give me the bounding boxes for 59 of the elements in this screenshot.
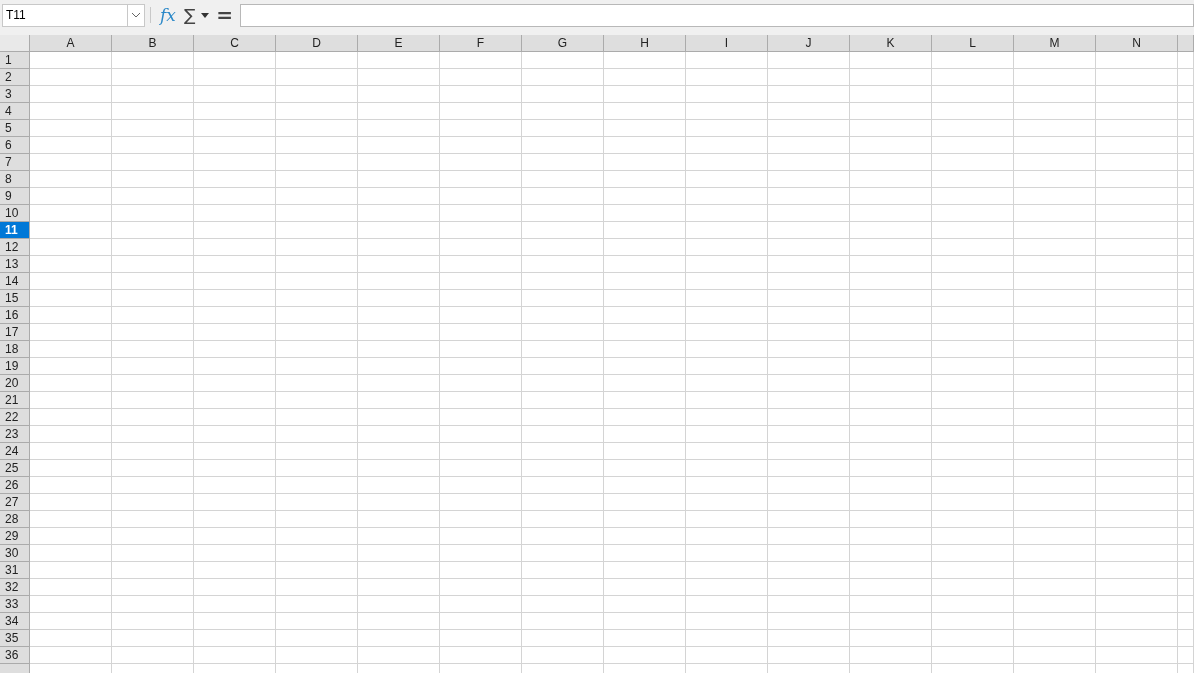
row-header[interactable]: 19 bbox=[0, 358, 30, 375]
select-all-corner[interactable] bbox=[0, 35, 30, 52]
row-header[interactable]: 33 bbox=[0, 596, 30, 613]
row-header[interactable]: 17 bbox=[0, 324, 30, 341]
row-header[interactable]: 25 bbox=[0, 460, 30, 477]
row-header[interactable]: 7 bbox=[0, 154, 30, 171]
row-header[interactable]: 32 bbox=[0, 579, 30, 596]
name-box[interactable]: T11 bbox=[2, 3, 145, 27]
row-header[interactable]: 22 bbox=[0, 409, 30, 426]
column-header[interactable]: L bbox=[932, 35, 1014, 52]
row-header[interactable]: 18 bbox=[0, 341, 30, 358]
sum-button[interactable]: ∑ bbox=[182, 5, 197, 25]
row-header[interactable]: 6 bbox=[0, 137, 30, 154]
row-header[interactable]: 14 bbox=[0, 273, 30, 290]
column-header[interactable]: B bbox=[112, 35, 194, 52]
column-header[interactable]: K bbox=[850, 35, 932, 52]
caret-down-icon bbox=[201, 12, 210, 18]
row-header[interactable]: 27 bbox=[0, 494, 30, 511]
row-header[interactable]: 5 bbox=[0, 120, 30, 137]
column-header[interactable]: M bbox=[1014, 35, 1096, 52]
row-header[interactable]: 36 bbox=[0, 647, 30, 664]
row-header[interactable]: 20 bbox=[0, 375, 30, 392]
column-header[interactable]: I bbox=[686, 35, 768, 52]
row-header[interactable]: 13 bbox=[0, 256, 30, 273]
row-header[interactable]: 8 bbox=[0, 171, 30, 188]
column-header[interactable]: G bbox=[522, 35, 604, 52]
row-header[interactable]: 24 bbox=[0, 443, 30, 460]
formula-button[interactable]: = bbox=[215, 3, 235, 27]
row-header[interactable]: 35 bbox=[0, 630, 30, 647]
row-header[interactable]: 31 bbox=[0, 562, 30, 579]
column-header[interactable]: D bbox=[276, 35, 358, 52]
chevron-down-icon bbox=[131, 12, 141, 18]
column-header[interactable]: F bbox=[440, 35, 522, 52]
column-header[interactable]: E bbox=[358, 35, 440, 52]
row-header[interactable]: 30 bbox=[0, 545, 30, 562]
row-header[interactable]: 10 bbox=[0, 205, 30, 222]
column-header[interactable]: C bbox=[194, 35, 276, 52]
formula-input[interactable] bbox=[240, 3, 1194, 27]
row-header[interactable]: 34 bbox=[0, 613, 30, 630]
row-header[interactable]: 28 bbox=[0, 511, 30, 528]
row-header[interactable]: 11 bbox=[0, 222, 30, 239]
row-header[interactable]: 23 bbox=[0, 426, 30, 443]
cell-reference: T11 bbox=[5, 8, 27, 22]
row-header[interactable]: 29 bbox=[0, 528, 30, 545]
column-header[interactable] bbox=[1178, 35, 1194, 52]
row-header[interactable]: 26 bbox=[0, 477, 30, 494]
row-header[interactable]: 4 bbox=[0, 103, 30, 120]
column-header[interactable]: J bbox=[768, 35, 850, 52]
column-header[interactable]: N bbox=[1096, 35, 1178, 52]
row-header[interactable]: 21 bbox=[0, 392, 30, 409]
row-header[interactable]: 16 bbox=[0, 307, 30, 324]
column-header[interactable]: H bbox=[604, 35, 686, 52]
row-header[interactable]: 9 bbox=[0, 188, 30, 205]
row-header[interactable]: 15 bbox=[0, 290, 30, 307]
row-header[interactable]: 2 bbox=[0, 69, 30, 86]
row-header[interactable]: 12 bbox=[0, 239, 30, 256]
row-header[interactable]: 1 bbox=[0, 52, 30, 69]
column-header[interactable]: A bbox=[30, 35, 112, 52]
row-header[interactable]: 3 bbox=[0, 86, 30, 103]
